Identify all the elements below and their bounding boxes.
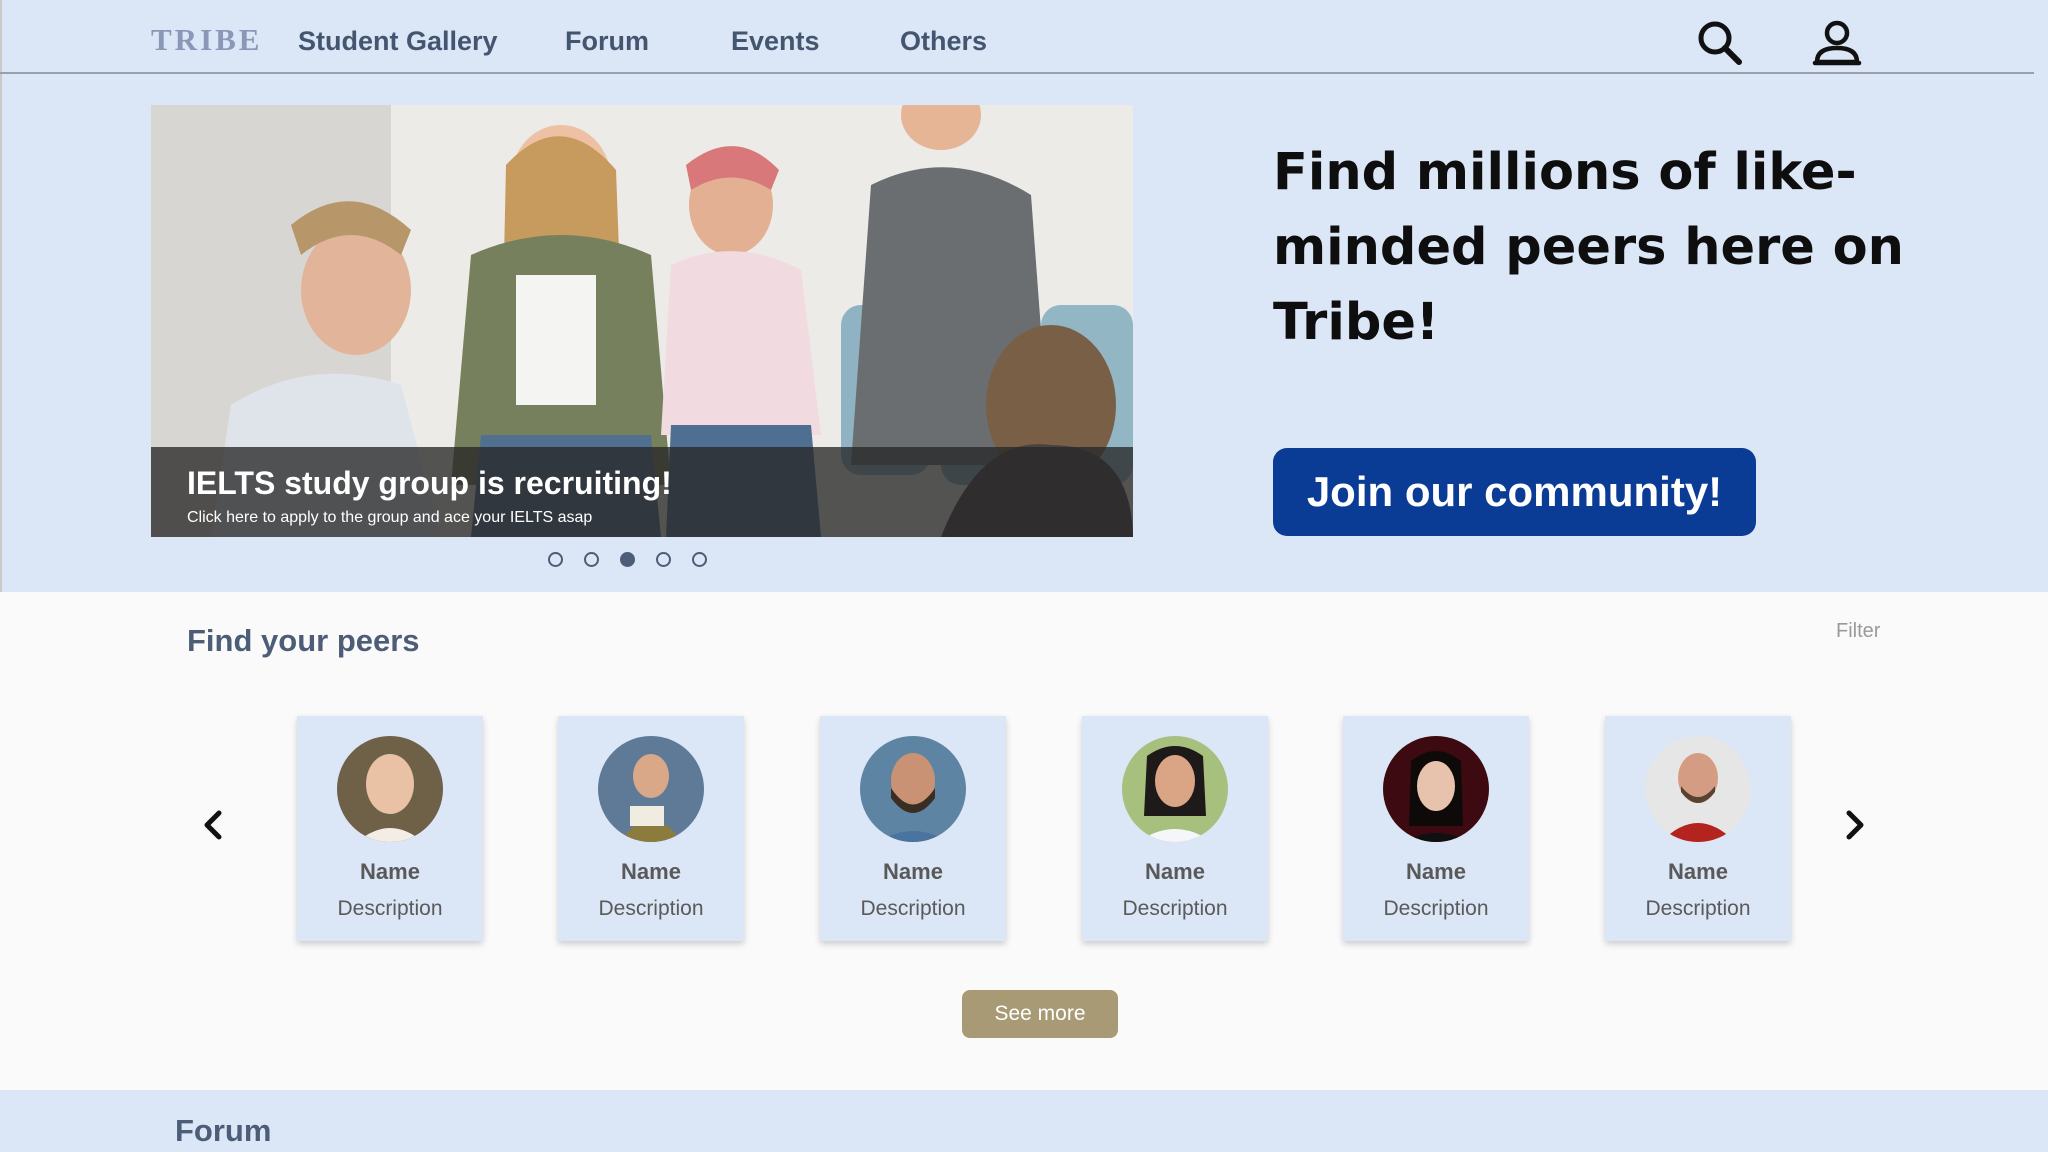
- peer-card[interactable]: Name Description: [558, 716, 744, 941]
- carousel-dot-5[interactable]: [692, 552, 707, 567]
- previous-button[interactable]: [194, 805, 234, 845]
- user-icon: [1812, 20, 1862, 66]
- see-more-button[interactable]: See more: [962, 990, 1118, 1038]
- carousel-title: IELTS study group is recruiting!: [187, 465, 672, 501]
- avatar: [1122, 736, 1228, 842]
- peer-name: Name: [1406, 859, 1466, 884]
- logo[interactable]: TRIBE: [151, 22, 262, 58]
- search-button[interactable]: [1695, 18, 1745, 68]
- filter-button[interactable]: Filter: [1836, 620, 1880, 643]
- next-button[interactable]: [1834, 805, 1874, 845]
- peer-name: Name: [1668, 859, 1728, 884]
- peer-card[interactable]: Name Description: [1605, 716, 1791, 941]
- peers-section-title: Find your peers: [187, 623, 420, 658]
- nav-item-student-gallery[interactable]: Student Gallery: [298, 26, 498, 57]
- chevron-right-icon: [1846, 810, 1864, 840]
- avatar: [1383, 736, 1489, 842]
- peer-name: Name: [360, 859, 420, 884]
- peer-card[interactable]: Name Description: [1082, 716, 1268, 941]
- carousel-dot-4[interactable]: [656, 552, 671, 567]
- chevron-left-icon: [204, 810, 222, 840]
- carousel-caption[interactable]: IELTS study group is recruiting! Click h…: [151, 447, 1133, 537]
- peer-description: Description: [337, 897, 443, 920]
- peer-card[interactable]: Name Description: [297, 716, 483, 941]
- peer-description: Description: [598, 897, 704, 920]
- peer-name: Name: [621, 859, 681, 884]
- nav-item-forum[interactable]: Forum: [565, 26, 649, 57]
- peer-description: Description: [1383, 897, 1489, 920]
- nav-divider: [0, 72, 2034, 74]
- avatar: [860, 736, 966, 842]
- carousel-dot-1[interactable]: [548, 552, 563, 567]
- peer-description: Description: [1122, 897, 1228, 920]
- hero-headline: Find millions of like-minded peers here …: [1273, 143, 1904, 352]
- join-community-button[interactable]: Join our community!: [1273, 448, 1756, 536]
- carousel-subtitle: Click here to apply to the group and ace…: [187, 509, 593, 526]
- carousel-dot-3[interactable]: [620, 552, 635, 567]
- nav-item-others[interactable]: Others: [900, 26, 987, 57]
- peer-card[interactable]: Name Description: [1343, 716, 1529, 941]
- peer-name: Name: [883, 859, 943, 884]
- search-icon: [1698, 21, 1742, 65]
- forum-section: [0, 1090, 2048, 1152]
- peer-description: Description: [860, 897, 966, 920]
- featured-carousel[interactable]: IELTS study group is recruiting! Click h…: [151, 105, 1133, 537]
- avatar: [598, 736, 704, 842]
- carousel-dot-2[interactable]: [584, 552, 599, 567]
- avatar: [1645, 736, 1751, 842]
- forum-section-title: Forum: [175, 1113, 272, 1148]
- peer-name: Name: [1145, 859, 1205, 884]
- peer-description: Description: [1645, 897, 1751, 920]
- nav-item-events[interactable]: Events: [731, 26, 820, 57]
- avatar: [337, 736, 443, 842]
- profile-button[interactable]: [1812, 18, 1862, 68]
- peer-card[interactable]: Name Description: [820, 716, 1006, 941]
